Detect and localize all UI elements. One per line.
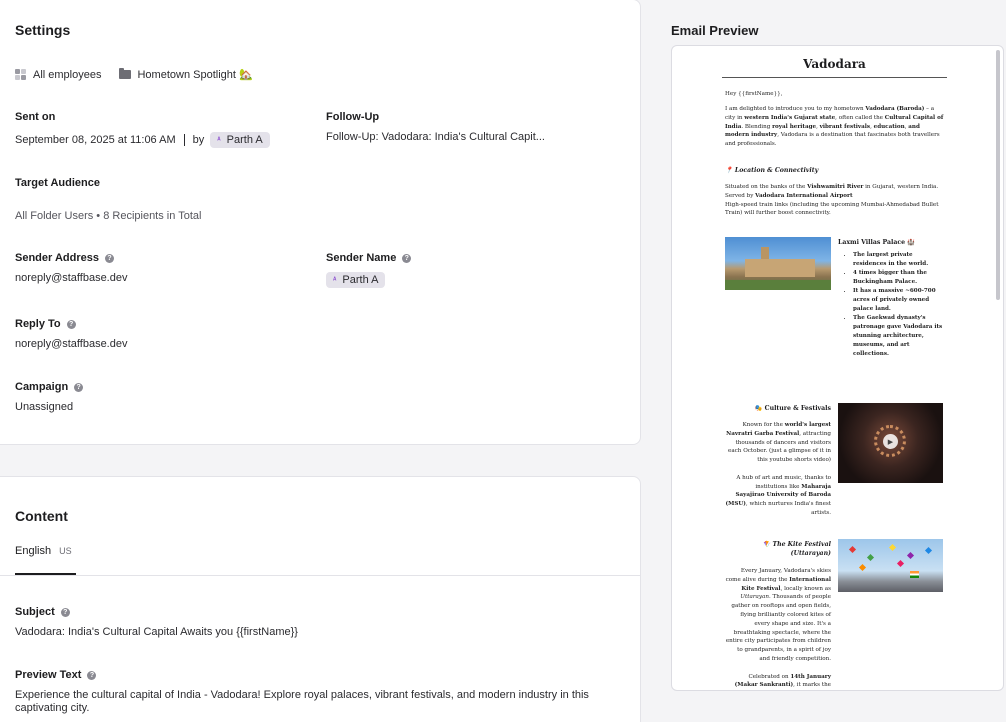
email-intro: I am delighted to introduce you to my ho… — [725, 106, 944, 148]
settings-title: Settings — [15, 22, 71, 38]
play-icon[interactable]: ▶ — [883, 434, 898, 449]
tab-english[interactable]: English US — [15, 545, 76, 575]
help-icon[interactable]: ? — [104, 253, 114, 263]
kite-festival-image — [838, 539, 943, 592]
settings-card: Settings All employees Hometown Spotligh… — [0, 0, 641, 445]
palace-image — [725, 237, 831, 290]
tab-label: English — [15, 545, 52, 557]
followup-label: Follow-Up — [326, 111, 380, 123]
by-label: by — [192, 134, 205, 146]
left-column: Settings All employees Hometown Spotligh… — [0, 0, 641, 722]
email-preview-title: Email Preview — [671, 23, 759, 38]
sender-name-pill[interactable]: ᴬ Parth A — [326, 272, 386, 288]
campaign-value: Unassigned — [15, 401, 74, 413]
sent-on-date: September 08, 2025 at 11:06 AM — [15, 134, 176, 146]
garba-video-thumbnail[interactable]: ▶ — [838, 403, 943, 483]
sent-on-value: September 08, 2025 at 11:06 AM by ᴬ Part… — [15, 132, 270, 148]
email-greeting: Hey {{firstName}}, — [725, 91, 783, 97]
folder-chip: Hometown Spotlight 🏡 — [137, 69, 253, 81]
location-heading: 📍 Location & Connectivity — [725, 167, 819, 174]
avatar-icon: ᴬ — [333, 276, 337, 284]
help-icon[interactable]: ? — [402, 253, 412, 263]
content-title: Content — [15, 508, 68, 524]
target-audience-label: Target Audience — [15, 177, 100, 189]
sender-address-label: Sender Address ? — [15, 252, 114, 264]
preview-scrollbar[interactable] — [996, 50, 1000, 300]
help-icon[interactable]: ? — [60, 607, 70, 617]
help-icon[interactable]: ? — [74, 382, 84, 392]
list-item: 4 times bigger than the Buckingham Palac… — [853, 269, 947, 287]
divider — [183, 134, 185, 146]
email-preview-frame[interactable]: Vadodara Hey {{firstName}}, I am delight… — [671, 45, 1004, 691]
list-item: It has a massive ~600-700 acres of priva… — [853, 287, 947, 314]
folder-icon — [119, 68, 132, 79]
palace-heading: Laxmi Villas Palace 🏰 — [838, 239, 915, 246]
tab-locale: US — [59, 546, 72, 556]
followup-value[interactable]: Follow-Up: Vadodara: India's Cultural Ca… — [326, 131, 545, 143]
sender-address-value: noreply@staffbase.dev — [15, 272, 128, 284]
email-title: Vadodara — [722, 57, 947, 78]
culture-text: Known for the world's largest Navratri G… — [725, 422, 831, 516]
author-name: Parth A — [226, 134, 263, 146]
sender-name-value: ᴬ Parth A — [326, 272, 386, 288]
audience-chip: All employees — [33, 68, 102, 81]
subject-value: Vadodara: India's Cultural Capital Await… — [15, 626, 298, 638]
reply-to-label: Reply To ? — [15, 318, 76, 330]
kite-heading: 🪁 The Kite Festival (Uttarayan) — [762, 541, 831, 557]
reply-to-value: noreply@staffbase.dev — [15, 338, 128, 350]
sent-on-label: Sent on — [15, 111, 56, 123]
audience-grid-icon — [15, 69, 26, 80]
preview-text-label: Preview Text ? — [15, 669, 97, 681]
palace-list: The largest private residences in the wo… — [839, 251, 947, 359]
content-card — [0, 476, 641, 722]
sender-name-label: Sender Name ? — [326, 252, 412, 264]
preview-text-value: Experience the cultural capital of India… — [15, 689, 589, 714]
tab-divider — [0, 575, 641, 576]
author-pill[interactable]: ᴬ Parth A — [210, 132, 270, 148]
subject-label: Subject ? — [15, 606, 70, 618]
list-item: The largest private residences in the wo… — [853, 251, 947, 269]
campaign-label: Campaign ? — [15, 381, 84, 393]
help-icon[interactable]: ? — [87, 670, 97, 680]
audience-breadcrumb: All employees Hometown Spotlight 🏡 — [15, 68, 253, 81]
right-column: Email Preview Vadodara Hey {{firstName}}… — [641, 0, 1006, 722]
help-icon[interactable]: ? — [66, 319, 76, 329]
list-item: The Gaekwad dynasty's patronage gave Vad… — [853, 314, 947, 359]
location-text: Situated on the banks of the Vishwamitri… — [725, 184, 939, 217]
culture-heading: 🎭 Culture & Festivals — [754, 405, 831, 412]
sender-name: Parth A — [342, 274, 379, 286]
kite-text: Every January, Vadodara's skies come ali… — [725, 568, 831, 689]
avatar-icon: ᴬ — [217, 136, 221, 144]
target-audience-value: All Folder Users • 8 Recipients in Total — [15, 210, 202, 222]
